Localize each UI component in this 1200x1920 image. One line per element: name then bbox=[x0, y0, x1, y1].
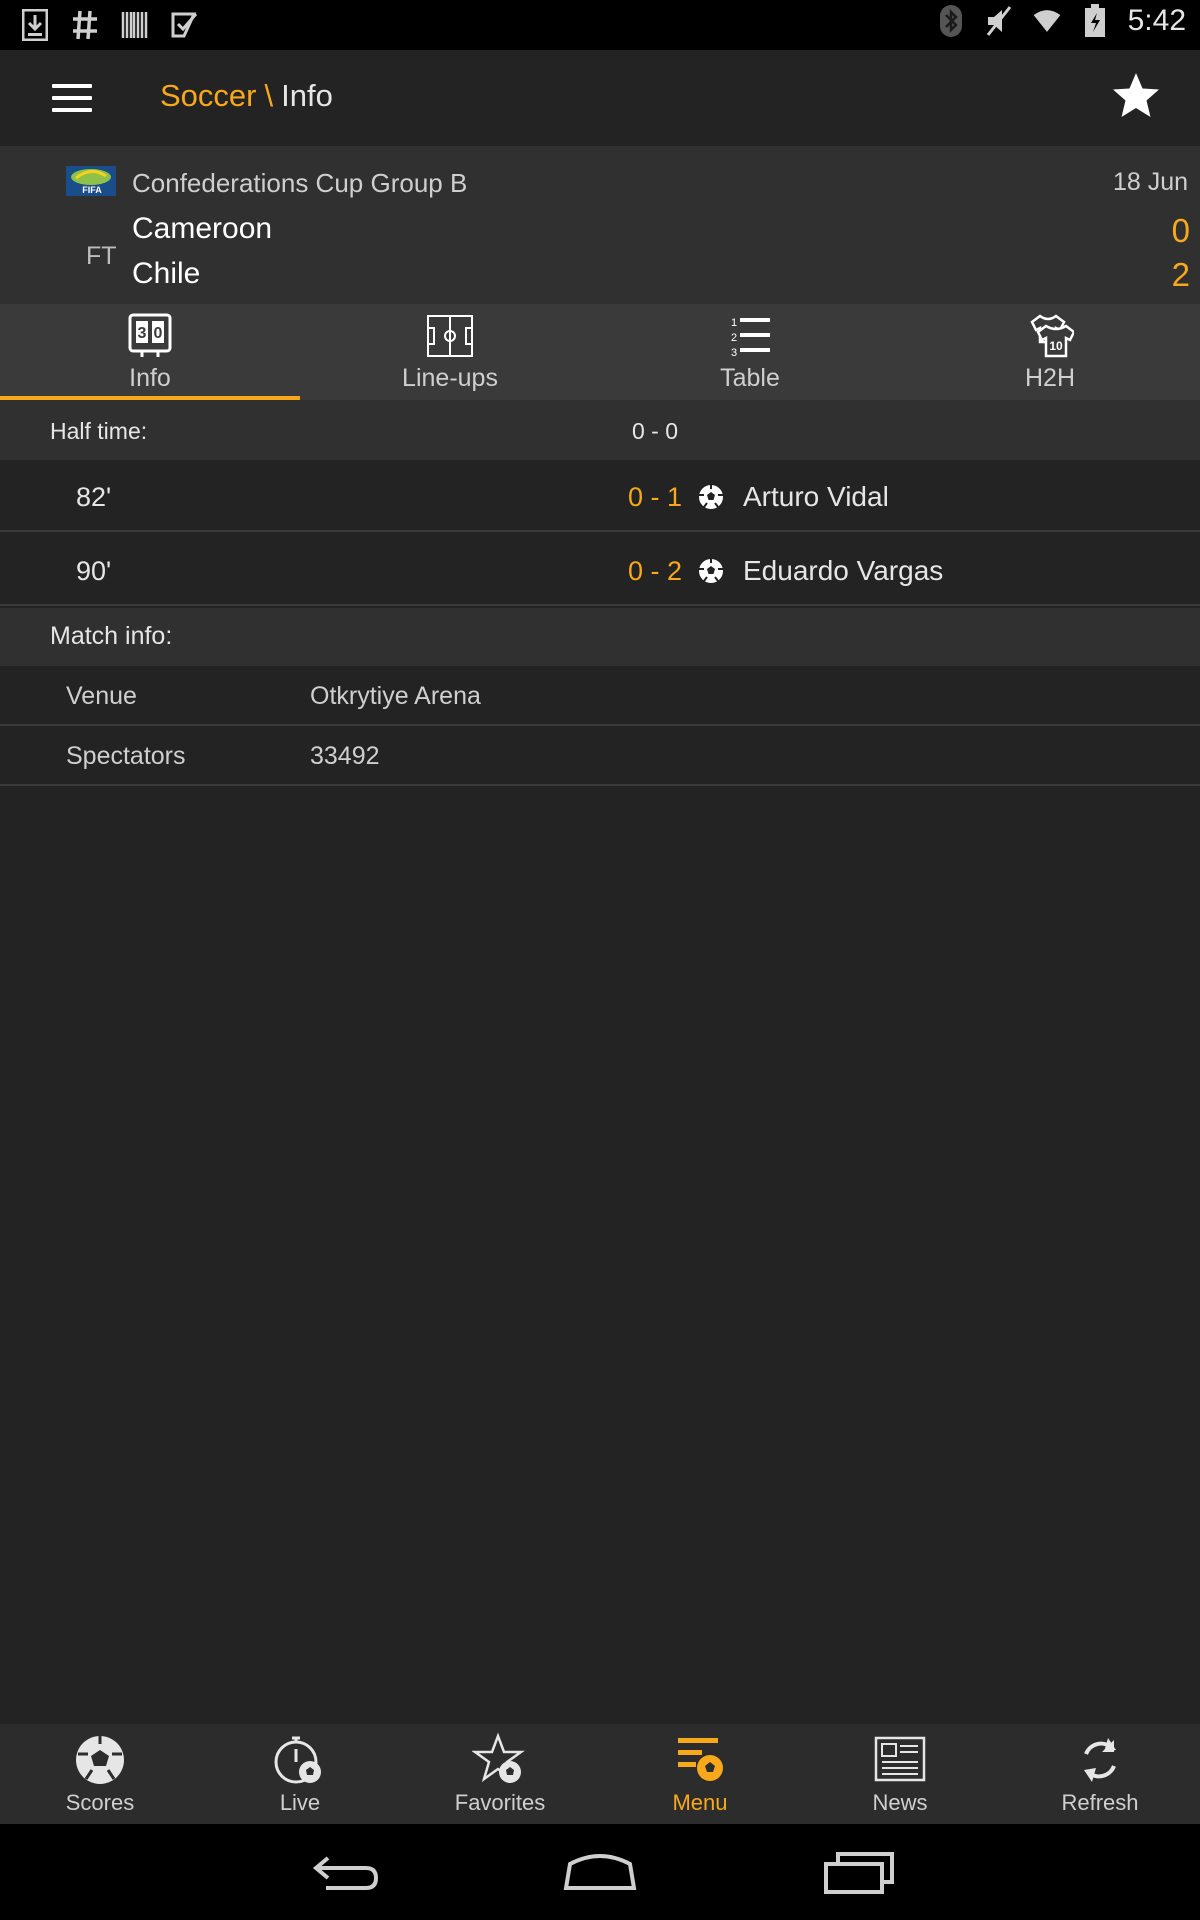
match-info-header: Match info: bbox=[0, 608, 1200, 666]
app-bar: Soccer \ Info bbox=[0, 50, 1200, 146]
breadcrumb-page: Info bbox=[281, 78, 333, 113]
soccer-ball-icon bbox=[699, 485, 723, 509]
nav-live[interactable]: Live bbox=[200, 1724, 400, 1824]
goal-score: 0 - 1 bbox=[628, 482, 683, 512]
bluetooth-icon bbox=[936, 4, 966, 38]
info-value: Otkrytiye Arena bbox=[310, 682, 481, 710]
breadcrumb-separator: \ bbox=[264, 78, 274, 113]
tab-line-ups-label: Line-ups bbox=[402, 364, 498, 392]
nav-scores[interactable]: Scores bbox=[0, 1724, 200, 1824]
goal-score: 0 - 2 bbox=[628, 556, 683, 586]
goal-row: 90' 0 - 2 Eduardo Vargas bbox=[0, 534, 1200, 606]
hash-icon bbox=[70, 8, 100, 42]
nav-news-label: News bbox=[872, 1790, 928, 1815]
home-team: Cameroon bbox=[132, 212, 273, 245]
nav-refresh[interactable]: Refresh bbox=[1000, 1724, 1200, 1824]
back-icon[interactable] bbox=[304, 1846, 384, 1898]
goal-scorer: Eduardo Vargas bbox=[743, 555, 944, 586]
nav-news[interactable]: News bbox=[800, 1724, 1000, 1824]
goal-row: 82' 0 - 1 Arturo Vidal bbox=[0, 460, 1200, 532]
goal-scorer: Arturo Vidal bbox=[743, 481, 889, 512]
nav-favorites[interactable]: Favorites bbox=[400, 1724, 600, 1824]
jersey-icon: 10 bbox=[1030, 314, 1074, 358]
hamburger-menu-icon[interactable] bbox=[40, 76, 104, 120]
tab-h2h-label: H2H bbox=[1024, 364, 1075, 392]
svg-text:FIFA: FIFA bbox=[82, 185, 102, 195]
breadcrumb-section[interactable]: Soccer bbox=[160, 78, 256, 113]
fifa-logo-icon: FIFA bbox=[66, 166, 116, 196]
barcode-icon bbox=[120, 8, 150, 42]
info-key: Spectators bbox=[66, 742, 186, 770]
svg-text:1: 1 bbox=[731, 317, 737, 329]
mute-icon bbox=[984, 4, 1014, 38]
tab-line-ups[interactable]: Line-ups bbox=[300, 304, 600, 400]
star-ball-icon bbox=[472, 1732, 525, 1783]
nav-scores-label: Scores bbox=[65, 1790, 135, 1815]
svg-text:0: 0 bbox=[154, 325, 163, 342]
tab-h2h[interactable]: 10 H2H bbox=[900, 304, 1200, 400]
match-status: FT bbox=[86, 242, 117, 270]
stopwatch-icon bbox=[274, 1736, 321, 1784]
system-nav-bar bbox=[0, 1824, 1200, 1920]
info-key: Venue bbox=[66, 682, 137, 710]
nav-live-label: Live bbox=[279, 1790, 321, 1815]
tab-bar: 3 0 Info Line-ups 1 2 3 Table 10 H2H bbox=[0, 304, 1200, 400]
nav-menu-label: Menu bbox=[672, 1790, 728, 1815]
svg-text:2: 2 bbox=[731, 332, 737, 344]
nav-favorites-label: Favorites bbox=[454, 1790, 546, 1815]
half-time-label: Half time: bbox=[50, 418, 148, 444]
goal-minute: 90' bbox=[76, 556, 112, 586]
match-info-title: Match info: bbox=[50, 622, 173, 650]
info-value: 33492 bbox=[310, 742, 380, 770]
svg-text:10: 10 bbox=[1049, 339, 1063, 353]
pitch-icon bbox=[427, 315, 473, 357]
nav-menu[interactable]: Menu bbox=[600, 1724, 800, 1824]
status-bar: 5:42 bbox=[0, 0, 1200, 50]
home-icon[interactable] bbox=[560, 1846, 640, 1898]
menu-ball-icon bbox=[678, 1738, 723, 1781]
tab-info[interactable]: 3 0 Info bbox=[0, 304, 300, 400]
svg-text:3: 3 bbox=[138, 325, 147, 342]
info-row-spectators: Spectators 33492 bbox=[0, 726, 1200, 786]
breadcrumb: Soccer \ Info bbox=[160, 78, 333, 114]
match-header[interactable]: FIFA Confederations Cup Group B 18 Jun F… bbox=[0, 146, 1200, 304]
soccer-ball-icon bbox=[699, 559, 723, 583]
refresh-icon bbox=[1084, 1738, 1116, 1782]
scoreboard-icon: 3 0 bbox=[128, 313, 172, 357]
match-date: 18 Jun bbox=[1112, 168, 1188, 196]
tab-info-label: Info bbox=[129, 364, 171, 392]
home-score: 0 bbox=[1171, 212, 1190, 249]
away-score: 2 bbox=[1171, 256, 1190, 293]
bottom-nav: Scores Live Favorites Menu News Refresh bbox=[0, 1724, 1200, 1824]
tab-table[interactable]: 1 2 3 Table bbox=[600, 304, 900, 400]
wifi-icon bbox=[1032, 4, 1062, 38]
recent-apps-icon[interactable] bbox=[820, 1846, 900, 1898]
nav-refresh-label: Refresh bbox=[1061, 1790, 1139, 1815]
goal-minute: 82' bbox=[76, 482, 112, 512]
favorite-star-icon[interactable] bbox=[1108, 68, 1164, 124]
half-time-row: Half time: 0 - 0 bbox=[0, 400, 1200, 460]
list-icon: 1 2 3 bbox=[731, 317, 770, 359]
play-store-icon bbox=[170, 8, 200, 42]
svg-text:3: 3 bbox=[731, 347, 737, 359]
download-icon bbox=[20, 8, 50, 42]
half-time-score: 0 - 0 bbox=[632, 418, 679, 444]
battery-icon bbox=[1080, 4, 1110, 38]
soccer-ball-icon bbox=[76, 1736, 124, 1784]
info-row-venue: Venue Otkrytiye Arena bbox=[0, 666, 1200, 726]
newspaper-icon bbox=[874, 1736, 926, 1782]
tab-table-label: Table bbox=[720, 364, 780, 392]
competition-name: Confederations Cup Group B bbox=[132, 168, 468, 198]
clock: 5:42 bbox=[1127, 4, 1186, 37]
away-team: Chile bbox=[132, 257, 201, 290]
